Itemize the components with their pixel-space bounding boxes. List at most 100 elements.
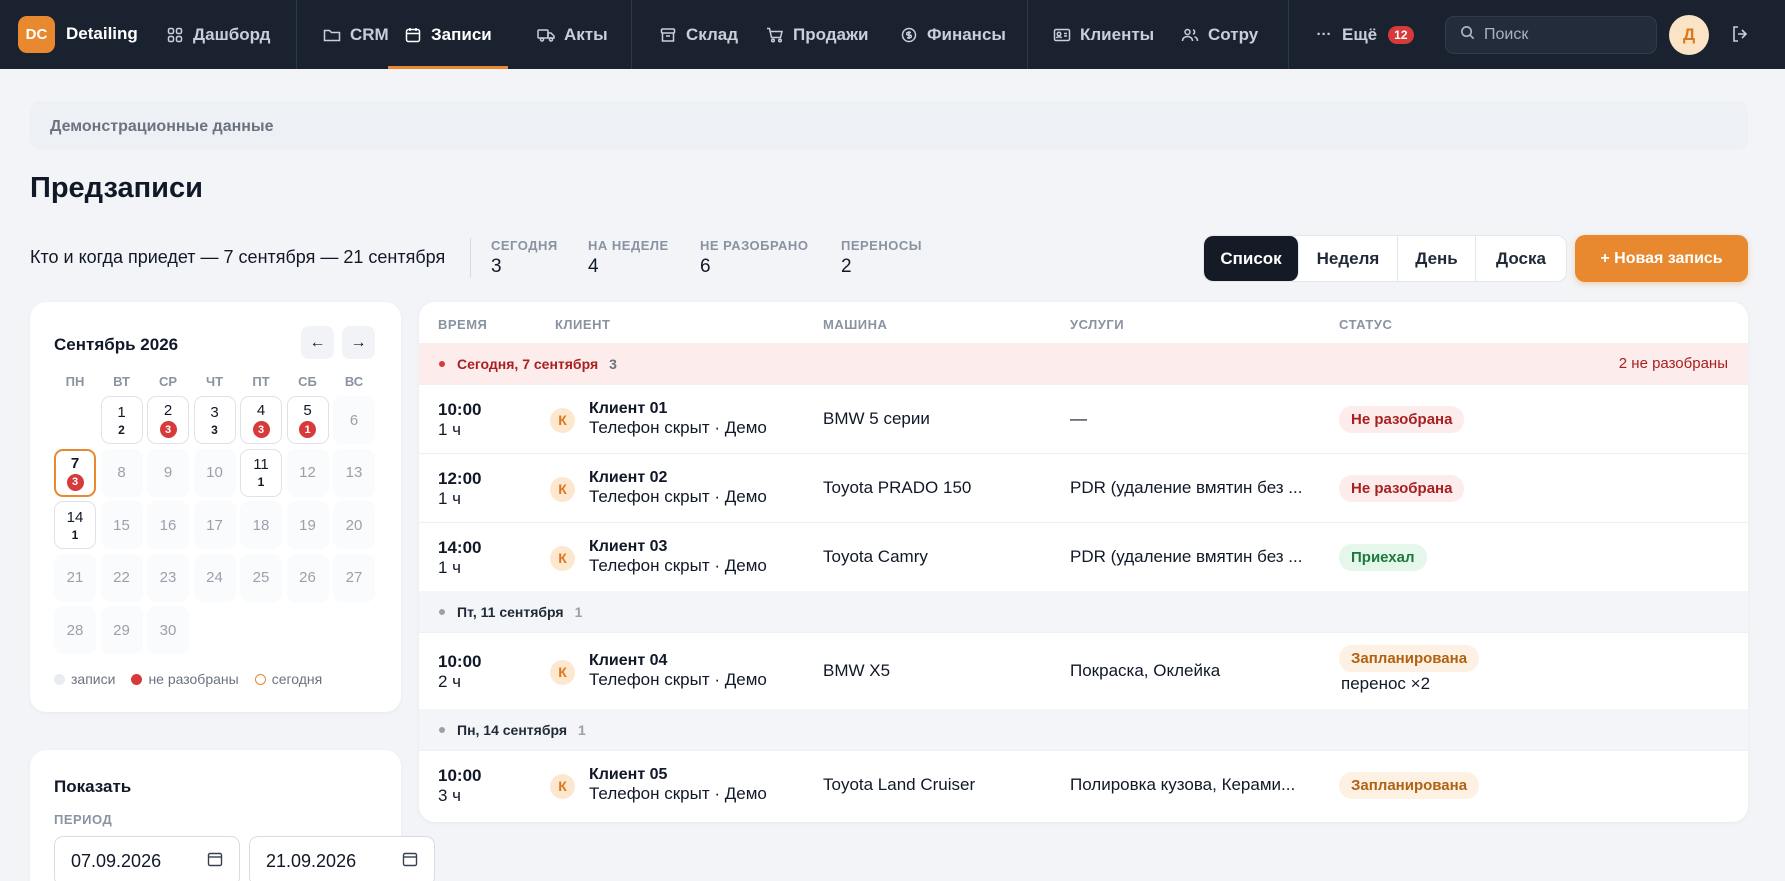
calendar-day[interactable]: 15 bbox=[100, 501, 143, 549]
user-avatar[interactable]: Д bbox=[1669, 15, 1709, 55]
table-row[interactable]: 12:00 1 ч К Клиент 02 Телефон скрыт · Де… bbox=[419, 453, 1748, 522]
nav-item-more[interactable]: ··· Ещё 12 bbox=[1315, 0, 1414, 69]
nav-item-sales[interactable]: Продажи bbox=[766, 0, 869, 69]
day-number: 17 bbox=[206, 516, 223, 534]
client-name[interactable]: Клиент 05 bbox=[589, 766, 767, 784]
calendar-day[interactable]: 29 bbox=[100, 606, 143, 654]
legend-today: сегодня bbox=[254, 671, 322, 687]
date-from-input[interactable]: 07.09.2026 bbox=[54, 836, 240, 881]
client-avatar: К bbox=[550, 659, 575, 685]
services-cell: — bbox=[1070, 408, 1087, 428]
table-row[interactable]: 10:00 1 ч К Клиент 01 Телефон скрыт · Де… bbox=[419, 384, 1748, 453]
prev-month-button[interactable]: ← bbox=[301, 326, 334, 359]
calendar-day[interactable]: 22 bbox=[100, 553, 143, 602]
legend-unsorted: не разобраны bbox=[131, 671, 239, 687]
calendar-day[interactable]: 51 bbox=[286, 396, 329, 444]
next-month-button[interactable]: → bbox=[342, 326, 375, 359]
client-name[interactable]: Клиент 04 bbox=[589, 652, 767, 670]
search-box[interactable] bbox=[1445, 16, 1657, 54]
view-day-button[interactable]: День bbox=[1398, 236, 1476, 281]
calendar-day[interactable]: 6 bbox=[333, 396, 375, 444]
day-count-badge: 1 bbox=[71, 527, 79, 542]
view-list-button[interactable]: Список bbox=[1204, 236, 1299, 281]
status-badge[interactable]: Не разобрана bbox=[1339, 405, 1465, 433]
nav-item-warehouse[interactable]: Склад bbox=[659, 0, 738, 69]
status-badge[interactable]: Запланирована bbox=[1339, 771, 1480, 799]
client-cell[interactable]: Клиент 03 Телефон скрыт · Демо bbox=[589, 538, 767, 576]
calendar-day[interactable]: 13 bbox=[333, 448, 375, 497]
client-cell[interactable]: Клиент 02 Телефон скрыт · Демо bbox=[589, 469, 767, 507]
client-cell[interactable]: Клиент 05 Телефон скрыт · Демо bbox=[589, 766, 767, 804]
client-subtitle: Телефон скрыт · Демо bbox=[589, 669, 767, 689]
nav-item-crm[interactable]: CRM bbox=[323, 0, 389, 69]
calendar-day[interactable]: 30 bbox=[147, 606, 189, 654]
date-to-input[interactable]: 21.09.2026 bbox=[249, 836, 435, 881]
day-number: 29 bbox=[113, 621, 130, 639]
table-row[interactable]: 14:00 1 ч К Клиент 03 Телефон скрыт · Де… bbox=[419, 522, 1748, 591]
stat-value: 2 bbox=[841, 256, 852, 277]
calendar-day[interactable]: 20 bbox=[333, 501, 375, 549]
calendar-day[interactable]: 23 bbox=[147, 553, 189, 602]
stat-label: ПЕРЕНОСЫ bbox=[841, 238, 922, 253]
calendar-day[interactable]: 11 1 bbox=[240, 448, 282, 497]
nav-label: Сотру bbox=[1208, 24, 1259, 44]
calendar-day[interactable]: 27 bbox=[333, 553, 375, 602]
calendar-day[interactable]: 17 bbox=[193, 501, 236, 549]
calendar-day[interactable]: 26 bbox=[286, 553, 329, 602]
calendar-day[interactable]: 14 1 bbox=[54, 501, 96, 549]
calendar-icon[interactable] bbox=[207, 851, 223, 872]
cart-icon bbox=[766, 26, 784, 44]
table-row[interactable]: 10:00 2 ч К Клиент 04 Телефон скрыт · Де… bbox=[419, 632, 1748, 709]
nav-label: Финансы bbox=[927, 24, 1006, 44]
group-title: Пн, 14 сентября bbox=[457, 721, 567, 738]
calendar-day[interactable]: 8 bbox=[100, 448, 143, 497]
nav-item-finance[interactable]: Финансы bbox=[900, 0, 1006, 69]
app-logo[interactable]: DC bbox=[18, 16, 55, 53]
status-badge[interactable]: Приехал bbox=[1339, 543, 1427, 571]
nav-item-acts[interactable]: Акты bbox=[537, 0, 608, 69]
calendar-day[interactable]: 16 bbox=[147, 501, 189, 549]
calendar-day[interactable]: 19 bbox=[286, 501, 329, 549]
calendar-day[interactable]: 18 bbox=[240, 501, 282, 549]
weekday-label: ВТ bbox=[113, 374, 130, 389]
search-input[interactable] bbox=[1484, 26, 1644, 44]
nav-item-records[interactable]: Записи bbox=[388, 0, 508, 69]
new-record-button[interactable]: + Новая запись bbox=[1575, 235, 1748, 282]
calendar-day[interactable]: 25 bbox=[240, 553, 282, 602]
client-cell[interactable]: Клиент 04 Телефон скрыт · Демо bbox=[589, 652, 767, 690]
day-number: 14 bbox=[66, 508, 84, 526]
brand-name[interactable]: Detailing bbox=[66, 24, 138, 44]
view-board-button[interactable]: Доска bbox=[1476, 236, 1566, 281]
calendar-day[interactable]: 23 bbox=[147, 396, 189, 444]
day-number: 24 bbox=[206, 569, 223, 586]
day-number: 16 bbox=[159, 516, 177, 534]
calendar-day[interactable]: 33 bbox=[193, 396, 236, 444]
calendar-day[interactable]: 9 bbox=[147, 448, 189, 497]
logout-icon[interactable] bbox=[1730, 24, 1752, 46]
nav-item-staff[interactable]: Сотру bbox=[1181, 0, 1258, 69]
calendar-icon[interactable] bbox=[402, 851, 418, 872]
calendar-day[interactable]: 24 bbox=[193, 553, 236, 602]
table-row[interactable]: 10:00 3 ч К Клиент 05 Телефон скрыт · Де… bbox=[419, 750, 1748, 819]
client-name[interactable]: Клиент 02 bbox=[589, 469, 767, 487]
status-badge[interactable]: Не разобрана bbox=[1339, 474, 1465, 502]
calendar-day[interactable]: 12 bbox=[286, 448, 329, 497]
client-name[interactable]: Клиент 01 bbox=[589, 400, 767, 418]
calendar-day[interactable]: 73 bbox=[54, 448, 96, 497]
nav-item-dashboard[interactable]: Дашборд bbox=[166, 0, 270, 69]
day-number: 13 bbox=[345, 464, 363, 481]
calendar-day[interactable]: 43 bbox=[240, 396, 282, 444]
calendar-day[interactable]: 21 bbox=[54, 553, 96, 602]
calendar-day[interactable]: 28 bbox=[54, 606, 96, 654]
group-dot bbox=[439, 726, 445, 733]
nav-item-clients[interactable]: Клиенты bbox=[1053, 0, 1154, 69]
divider bbox=[470, 238, 471, 278]
view-week-button[interactable]: Неделя bbox=[1299, 236, 1398, 281]
calendar-day[interactable]: 10 bbox=[193, 448, 236, 497]
status-badge[interactable]: Запланирована bbox=[1339, 644, 1480, 672]
client-cell[interactable]: Клиент 01 Телефон скрыт · Демо bbox=[589, 400, 767, 438]
calendar-day[interactable]: 12 bbox=[100, 396, 143, 444]
day-number: 22 bbox=[113, 569, 130, 586]
day-number: 10 bbox=[206, 464, 223, 481]
client-name[interactable]: Клиент 03 bbox=[589, 538, 767, 556]
